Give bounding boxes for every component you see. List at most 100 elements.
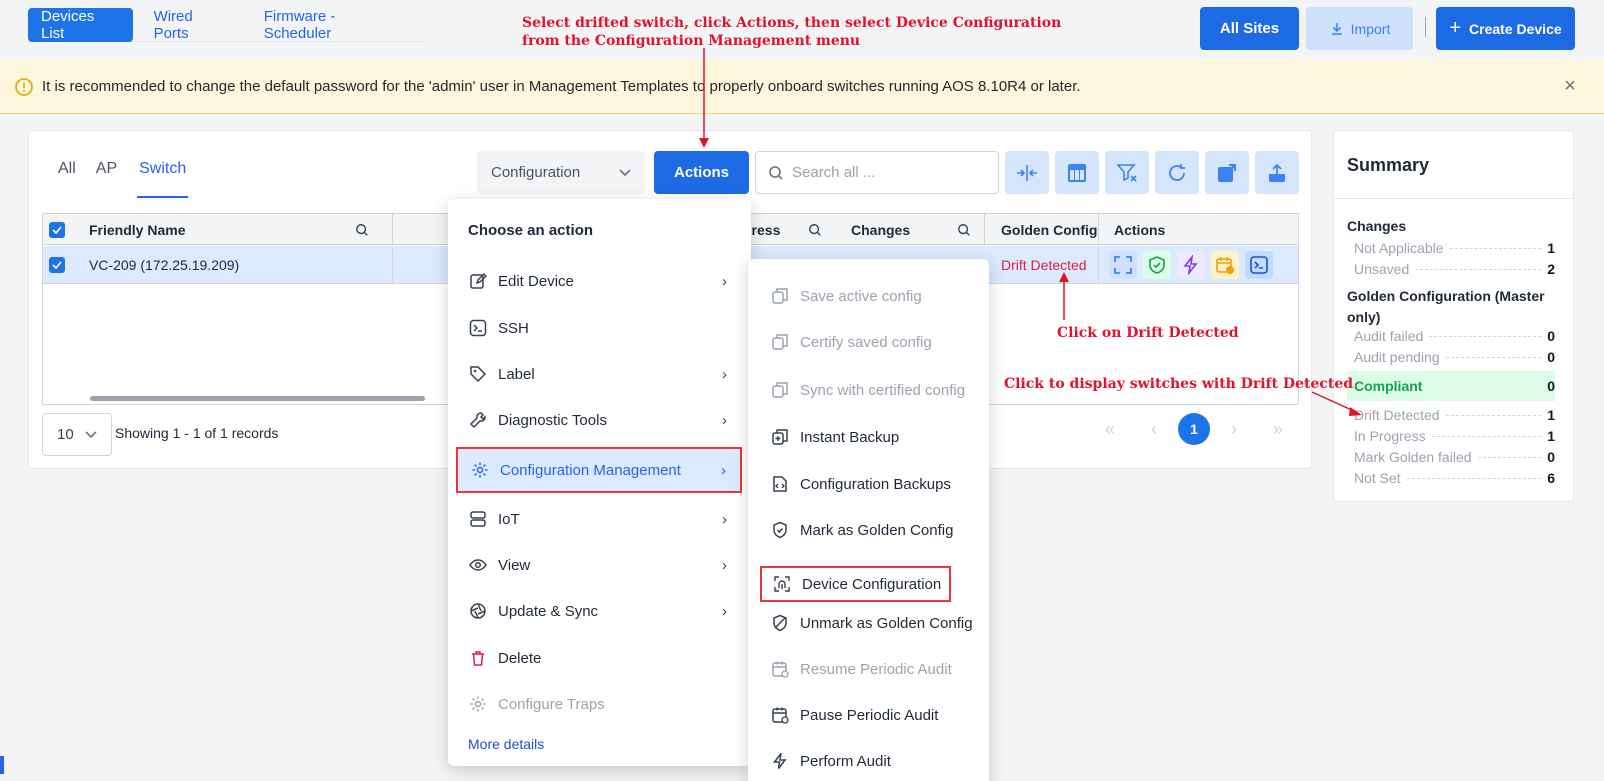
search-icon[interactable] [808, 214, 822, 245]
tab-devices-list[interactable]: Devices List [28, 7, 133, 42]
page-number[interactable]: 1 [1178, 413, 1210, 445]
menu-item-update-sync[interactable]: Update & Sync › [456, 589, 741, 633]
edit-icon [468, 271, 488, 291]
annotation-arrow [699, 48, 709, 148]
menu-item-iot[interactable]: IoT › [456, 497, 741, 541]
gear-icon [470, 460, 490, 480]
backup-icon [770, 427, 790, 447]
tab-wired-ports[interactable]: Wired Ports [141, 8, 243, 42]
changes-heading: Changes [1347, 218, 1407, 234]
tab-firmware-scheduler[interactable]: Firmware - Scheduler [251, 8, 416, 42]
export-icon[interactable] [1255, 151, 1299, 194]
column-divider [984, 214, 985, 244]
summary-row-audit-pending[interactable]: Audit pending 0 [1347, 347, 1555, 367]
copy-icon [770, 332, 790, 352]
last-page-icon[interactable]: » [1266, 413, 1290, 445]
annotation-arrow [1311, 391, 1362, 416]
menu-item-delete[interactable]: Delete [456, 636, 741, 680]
prev-page-icon[interactable]: ‹ [1144, 413, 1164, 445]
menu-item-diagnostic-tools[interactable]: Diagnostic Tools › [456, 398, 741, 442]
menu-item-configuration-management[interactable]: Configuration Management › [456, 447, 742, 493]
submenu-item-device-configuration[interactable]: Device Configuration [760, 566, 951, 602]
submenu-item-save-active-config[interactable]: Save active config [760, 278, 975, 314]
menu-item-view[interactable]: View › [456, 543, 741, 587]
table-columns-icon[interactable] [1055, 151, 1099, 194]
shield-check-icon[interactable] [1143, 251, 1171, 279]
open-external-icon[interactable] [1205, 151, 1249, 194]
submenu-item-certify-saved-config[interactable]: Certify saved config [760, 324, 975, 360]
instruction-annotation: Select drifted switch, click Actions, th… [522, 15, 1062, 49]
create-device-label: Create Device [1469, 20, 1562, 37]
menu-item-edit-device[interactable]: Edit Device › [456, 259, 741, 303]
summary-row-in-progress[interactable]: In Progress 1 [1347, 426, 1555, 446]
password-warning-banner: It is recommended to change the default … [0, 60, 1604, 114]
configuration-select-value: Configuration [491, 164, 581, 181]
expand-icon[interactable] [1109, 251, 1137, 279]
submenu-item-unmark-as-golden-config[interactable]: Unmark as Golden Config [760, 605, 975, 641]
first-page-icon[interactable]: « [1098, 413, 1122, 445]
menu-item-label[interactable]: Label › [456, 352, 741, 396]
close-icon[interactable]: × [1560, 76, 1580, 96]
submenu-item-pause-periodic-audit[interactable]: Pause Periodic Audit [760, 697, 975, 733]
import-button[interactable]: Import [1306, 7, 1413, 50]
row-action-icons [1109, 246, 1273, 284]
clear-filter-icon[interactable] [1105, 151, 1149, 194]
more-details-link[interactable]: More details [468, 736, 544, 752]
header-changes: Changes [851, 221, 911, 238]
summary-row-mark-golden-failed[interactable]: Mark Golden failed 0 [1347, 447, 1555, 467]
golden-config-heading: Golden Configuration (Master only) [1347, 288, 1545, 325]
tag-icon [468, 364, 488, 384]
refresh-icon[interactable] [1155, 151, 1199, 194]
actions-button[interactable]: Actions [654, 151, 749, 194]
select-all-checkbox[interactable] [49, 214, 65, 245]
per-page-select[interactable]: 10 [42, 413, 112, 456]
search-icon[interactable] [957, 214, 971, 245]
submenu-item-mark-as-golden-config[interactable]: Mark as Golden Config [760, 512, 975, 548]
server-icon [468, 509, 488, 529]
import-icon [1329, 21, 1345, 37]
calendar-icon [770, 705, 790, 725]
footer-marker [0, 756, 4, 774]
file-code-icon [770, 474, 790, 494]
submenu-item-instant-backup[interactable]: Instant Backup [760, 419, 975, 455]
shield-off-icon [770, 613, 790, 633]
submenu-item-perform-audit[interactable]: Perform Audit [760, 743, 975, 779]
row-checkbox[interactable] [49, 246, 65, 284]
menu-item-configure-traps[interactable]: Configure Traps [456, 682, 741, 726]
column-divider [392, 246, 393, 283]
calendar-schedule-icon[interactable] [1211, 251, 1239, 279]
menu-item-ssh[interactable]: SSH [456, 306, 741, 350]
horizontal-scrollbar[interactable] [90, 396, 425, 401]
summary-row-audit-failed[interactable]: Audit failed 0 [1347, 326, 1555, 346]
summary-row-compliant[interactable]: Compliant 0 [1347, 371, 1555, 401]
summary-row-unsaved[interactable]: Unsaved 2 [1347, 259, 1555, 279]
header-golden-config: Golden Config [1001, 221, 1098, 238]
trash-icon [468, 648, 488, 668]
configuration-select[interactable]: Configuration [477, 151, 645, 194]
summary-row-not-set[interactable]: Not Set 6 [1347, 468, 1555, 488]
search-icon [768, 165, 784, 181]
submenu-item-configuration-backups[interactable]: Configuration Backups [760, 466, 975, 502]
drift-detected-link[interactable]: Drift Detected [1001, 246, 1087, 284]
warning-icon [14, 77, 34, 97]
copy-icon [770, 286, 790, 306]
tab-switch[interactable]: Switch [137, 160, 189, 198]
plus-icon: + [1449, 17, 1462, 39]
copy-icon [770, 380, 790, 400]
summary-row-drift-detected[interactable]: Drift Detected 1 [1347, 405, 1555, 425]
create-device-button[interactable]: + Create Device [1436, 7, 1575, 50]
terminal-icon[interactable] [1245, 251, 1273, 279]
submenu-item-resume-periodic-audit[interactable]: Resume Periodic Audit [760, 651, 975, 687]
lightning-icon[interactable] [1177, 251, 1205, 279]
search-input[interactable]: Search all ... [755, 151, 999, 194]
summary-row-not-applicable[interactable]: Not Applicable 1 [1347, 238, 1555, 258]
collapse-columns-icon[interactable] [1005, 151, 1049, 194]
submenu-item-sync-with-certified-config[interactable]: Sync with certified config [760, 372, 975, 408]
records-count: Showing 1 - 1 of 1 records [115, 425, 279, 441]
search-icon[interactable] [355, 214, 369, 245]
header-divider [1425, 17, 1426, 37]
all-sites-button[interactable]: All Sites [1200, 7, 1299, 50]
tab-ap[interactable]: AP [96, 160, 117, 198]
tab-all[interactable]: All [58, 160, 76, 198]
next-page-icon[interactable]: › [1224, 413, 1244, 445]
